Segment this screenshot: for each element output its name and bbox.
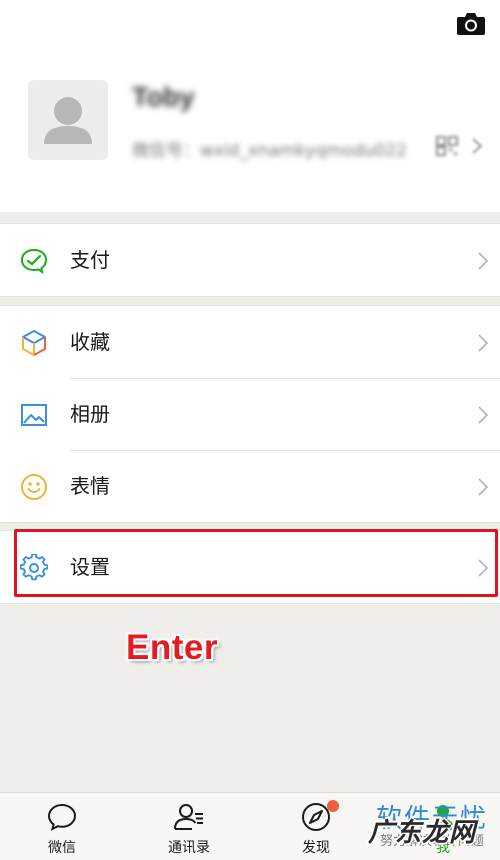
chevron-right-icon <box>478 334 489 352</box>
menu-label-favorites: 收藏 <box>70 330 110 354</box>
annotation-highlight-box <box>14 529 498 597</box>
camera-icon[interactable] <box>456 10 486 36</box>
menu-label-album: 相册 <box>70 402 110 426</box>
watermark-logo: 广东龙网 <box>368 818 477 848</box>
default-avatar-icon <box>44 97 92 144</box>
image-icon <box>21 404 47 426</box>
tab-discover[interactable]: 发现 <box>266 793 366 860</box>
notification-dot <box>327 800 339 812</box>
tab-label-contacts: 通讯录 <box>168 840 210 856</box>
contacts-icon <box>174 804 203 830</box>
profile-header: Toby 微信号：wxid_xnamkyqmodu022 <box>0 0 500 212</box>
smiley-icon <box>21 474 47 500</box>
qr-code-icon[interactable] <box>436 136 458 156</box>
avatar[interactable] <box>28 80 108 160</box>
chevron-right-icon[interactable] <box>470 137 484 155</box>
wallet-check-icon <box>20 248 48 275</box>
chevron-right-icon <box>478 406 489 424</box>
menu-item-favorites[interactable]: 收藏 <box>0 306 500 378</box>
menu-item-stickers[interactable]: 表情 <box>0 450 500 522</box>
menu-item-pay[interactable]: 支付 <box>0 224 500 296</box>
chat-bubble-icon <box>47 803 77 831</box>
cube-icon <box>22 330 46 356</box>
menu-label-stickers: 表情 <box>70 474 110 498</box>
tab-label-chats: 微信 <box>48 840 76 856</box>
menu-item-album[interactable]: 相册 <box>0 378 500 450</box>
tab-chats[interactable]: 微信 <box>12 793 112 860</box>
profile-name: Toby <box>132 82 195 112</box>
tab-contacts[interactable]: 通讯录 <box>139 793 239 860</box>
wechat-id: 微信号：wxid_xnamkyqmodu022 <box>132 141 407 161</box>
menu-group-pay: 支付 <box>0 223 500 297</box>
tab-label-discover: 发现 <box>302 840 330 856</box>
chevron-right-icon <box>478 478 489 496</box>
menu-label-pay: 支付 <box>70 248 110 272</box>
annotation-text: Enter <box>126 628 218 667</box>
menu-group-content: 收藏 相册 表情 <box>0 305 500 523</box>
chevron-right-icon <box>478 252 489 270</box>
